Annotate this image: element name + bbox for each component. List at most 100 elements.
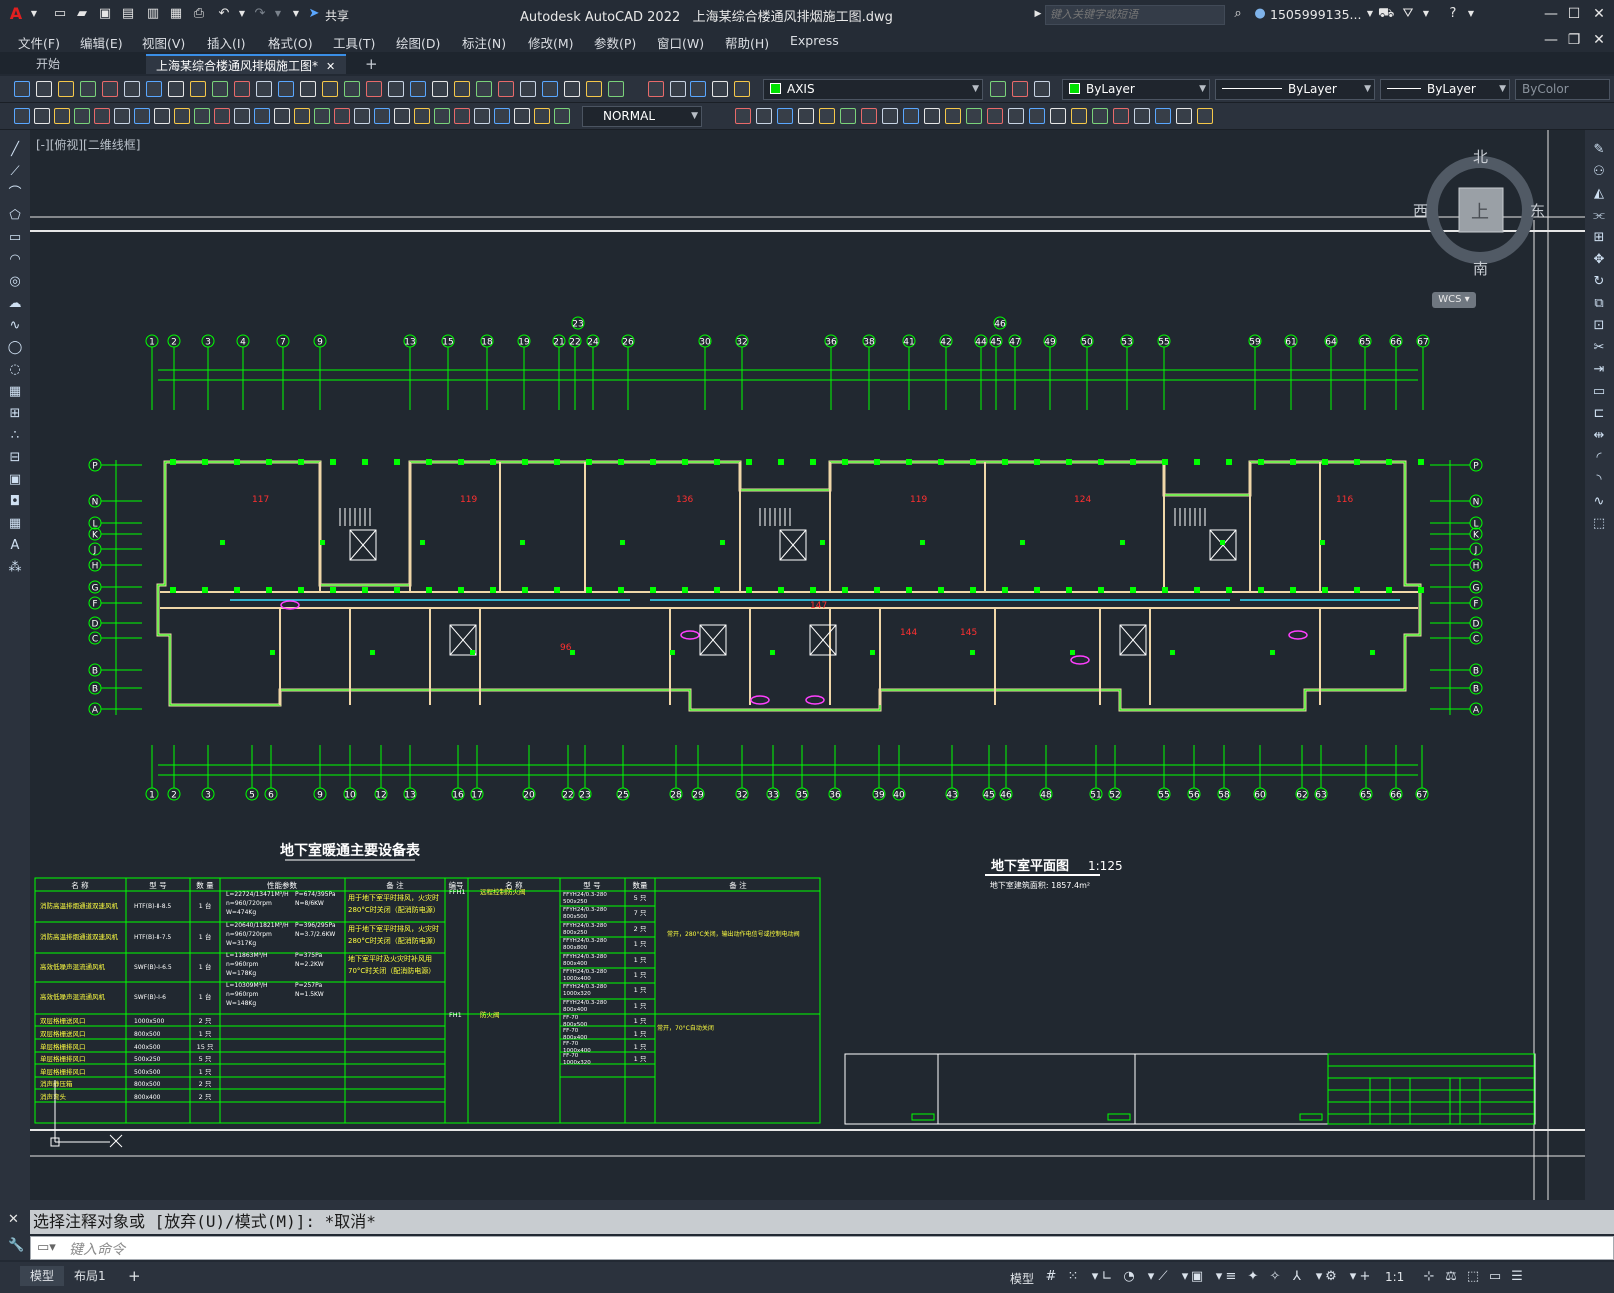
plot-icon[interactable]: ⎙: [191, 6, 207, 22]
toolbar2-tool-17-icon[interactable]: [354, 108, 370, 124]
toolbar2-tool-5-icon[interactable]: [114, 108, 130, 124]
modify-tool-16-icon[interactable]: ∿: [1591, 494, 1607, 510]
modify-tool-0-icon[interactable]: ✎: [1591, 142, 1607, 158]
draw-tool-16-icon[interactable]: ◘: [7, 494, 23, 510]
toolbar1-tool-0-icon[interactable]: [14, 81, 30, 97]
draw-tool-4-icon[interactable]: ▭: [7, 230, 23, 246]
toolbar1-tool-27-icon[interactable]: [608, 81, 624, 97]
toolbar1-tool-20-icon[interactable]: [454, 81, 470, 97]
toolbar2-tool-24-icon[interactable]: [494, 108, 510, 124]
modify-tool-15-icon[interactable]: ◝: [1591, 472, 1607, 488]
toolbar1-tool-7-icon[interactable]: [168, 81, 184, 97]
draw-tool-11-icon[interactable]: ▦: [7, 384, 23, 400]
toolbar2-tool-8-icon[interactable]: [174, 108, 190, 124]
close-command-icon[interactable]: ✕: [8, 1212, 19, 1227]
toolbar2-tool-4-icon[interactable]: [94, 108, 110, 124]
toolbar1-tool-23-icon[interactable]: [520, 81, 536, 97]
toolbar1-tool-5-icon[interactable]: [124, 81, 140, 97]
draw-tool-19-icon[interactable]: ⁂: [7, 560, 23, 576]
toolbar2-tool-39-icon[interactable]: [966, 108, 982, 124]
modify-tool-17-icon[interactable]: ⬚: [1591, 516, 1607, 532]
linetype-dropdown[interactable]: ByLayer ▼: [1215, 79, 1375, 100]
help-icon[interactable]: ?: [1445, 6, 1461, 22]
toolbar2-tool-10-icon[interactable]: [214, 108, 230, 124]
status-toggle-19-icon[interactable]: ⚖: [1442, 1268, 1460, 1286]
tab-layout1[interactable]: 布局1: [64, 1266, 116, 1286]
tab-model[interactable]: 模型: [20, 1266, 65, 1286]
draw-tool-8-icon[interactable]: ∿: [7, 318, 23, 334]
menu-parametric[interactable]: 参数(P): [594, 33, 636, 52]
undo-icon[interactable]: ↶: [216, 6, 232, 22]
draw-tool-2-icon[interactable]: ⌒: [7, 186, 23, 202]
menu-insert[interactable]: 插入(I): [207, 33, 245, 52]
plotstyle-dropdown[interactable]: ByColor: [1515, 79, 1610, 100]
draw-tool-14-icon[interactable]: ⊟: [7, 450, 23, 466]
toolbar1-tool-6-icon[interactable]: [146, 81, 162, 97]
menu-edit[interactable]: 编辑(E): [80, 33, 123, 52]
toolbar1-tool-29-icon[interactable]: [670, 81, 686, 97]
status-toggle-21-icon[interactable]: ▭: [1486, 1268, 1504, 1286]
modify-tool-1-icon[interactable]: ⚇: [1591, 164, 1607, 180]
toolbar2-tool-25-icon[interactable]: [514, 108, 530, 124]
draw-tool-7-icon[interactable]: ☁: [7, 296, 23, 312]
toolbar1-tool-24-icon[interactable]: [542, 81, 558, 97]
menu-tools[interactable]: 工具(T): [333, 33, 375, 52]
search-input[interactable]: [1045, 5, 1225, 25]
modify-tool-2-icon[interactable]: ◭: [1591, 186, 1607, 202]
menu-format[interactable]: 格式(O): [268, 33, 313, 52]
undo-dropdown-icon[interactable]: ▼: [234, 6, 250, 22]
viewcube-west[interactable]: 西: [1413, 200, 1428, 221]
toolbar1-tool-4-icon[interactable]: [102, 81, 118, 97]
toolbar1-tool-25-icon[interactable]: [564, 81, 580, 97]
toolbar2-tool-28-icon[interactable]: [735, 108, 751, 124]
toolbar1-tool-26-icon[interactable]: [586, 81, 602, 97]
close-window-button[interactable]: ✕: [1588, 4, 1610, 24]
new-file-icon[interactable]: ▭: [52, 6, 68, 22]
toolbar2-tool-21-icon[interactable]: [434, 108, 450, 124]
toolbar1-tool-18-icon[interactable]: [410, 81, 426, 97]
toolbar1-tool-8-icon[interactable]: [190, 81, 206, 97]
search-icon[interactable]: ⌕: [1230, 6, 1246, 22]
toolbar2-tool-2-icon[interactable]: [54, 108, 70, 124]
toolbar2-tool-38-icon[interactable]: [945, 108, 961, 124]
save-icon[interactable]: ▣: [97, 6, 113, 22]
expand-arrow-icon[interactable]: ▶: [1030, 6, 1046, 22]
toolbar2-tool-30-icon[interactable]: [777, 108, 793, 124]
minimize-button[interactable]: —: [1540, 4, 1562, 24]
draw-tool-13-icon[interactable]: ∴: [7, 428, 23, 444]
autodesk-a360-icon[interactable]: ⛛: [1400, 6, 1416, 22]
draw-tool-6-icon[interactable]: ◎: [7, 274, 23, 290]
toolbar2-tool-47-icon[interactable]: [1134, 108, 1150, 124]
status-toggle-4-icon[interactable]: ◔: [1120, 1268, 1138, 1286]
menu-window[interactable]: 窗口(W): [657, 33, 704, 52]
modify-tool-14-icon[interactable]: ◜: [1591, 450, 1607, 466]
maximize-button[interactable]: ☐: [1563, 4, 1585, 24]
modify-tool-10-icon[interactable]: ⇥: [1591, 362, 1607, 378]
toolbar1-tool-16-icon[interactable]: [366, 81, 382, 97]
toolbar2-tool-36-icon[interactable]: [903, 108, 919, 124]
toolbar2-tool-16-icon[interactable]: [334, 108, 350, 124]
draw-tool-1-icon[interactable]: ⟋: [7, 164, 23, 180]
dimstyle-dropdown[interactable]: NORMAL ▼: [582, 106, 702, 127]
toolbar2-tool-45-icon[interactable]: [1092, 108, 1108, 124]
status-toggle-8-icon[interactable]: ▣: [1188, 1268, 1206, 1286]
user-dropdown-icon[interactable]: ▼: [1362, 6, 1378, 22]
toolbar1-tool-32-icon[interactable]: [734, 81, 750, 97]
toolbar2-tool-32-icon[interactable]: [819, 108, 835, 124]
color-dropdown[interactable]: ByLayer ▼: [1062, 79, 1210, 100]
toolbar1-tool-19-icon[interactable]: [432, 81, 448, 97]
toolbar2-tool-19-icon[interactable]: [394, 108, 410, 124]
toolbar1-tool-34-icon[interactable]: [1012, 81, 1028, 97]
toolbar2-tool-9-icon[interactable]: [194, 108, 210, 124]
toolbar1-tool-33-icon[interactable]: [990, 81, 1006, 97]
app-logo-icon[interactable]: A: [8, 6, 24, 22]
toolbar2-tool-43-icon[interactable]: [1050, 108, 1066, 124]
command-input[interactable]: [69, 1240, 1569, 1258]
status-toggle-11-icon[interactable]: ✦: [1244, 1268, 1262, 1286]
status-toggle-22-icon[interactable]: ☰: [1508, 1268, 1526, 1286]
modify-tool-13-icon[interactable]: ⇹: [1591, 428, 1607, 444]
draw-tool-10-icon[interactable]: ◌: [7, 362, 23, 378]
toolbar1-tool-9-icon[interactable]: [212, 81, 228, 97]
help-dropdown-icon[interactable]: ▼: [1463, 6, 1479, 22]
toolbar1-tool-30-icon[interactable]: [690, 81, 706, 97]
